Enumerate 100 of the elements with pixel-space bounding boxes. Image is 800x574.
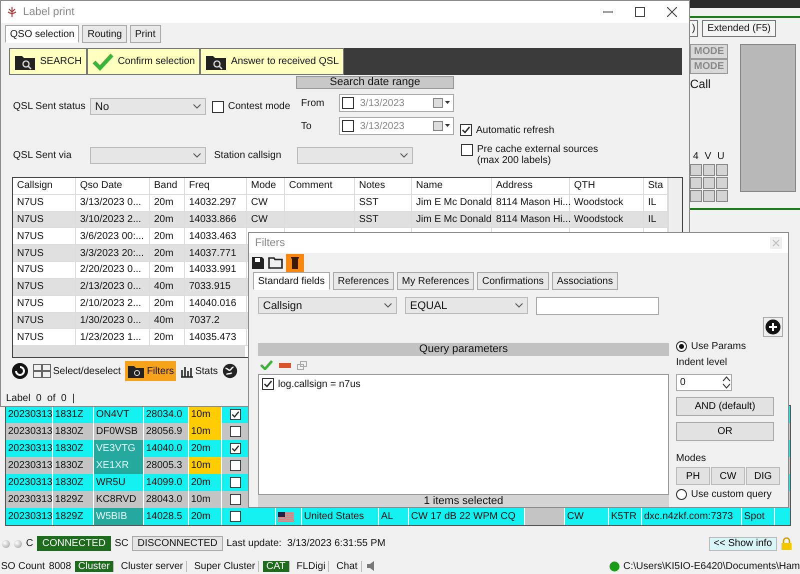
table-cell: N7US: [13, 296, 76, 312]
section-header: Query parameters: [258, 343, 669, 356]
checkbox-label: Automatic refresh: [476, 124, 554, 136]
connection-label: C: [26, 538, 34, 550]
action-button[interactable]: Answer to received QSL: [200, 48, 344, 75]
table-cell: CW: [247, 212, 285, 228]
service-status: CAT: [263, 560, 290, 572]
query-item[interactable]: log.callsign = n7us: [278, 378, 361, 390]
table-cell: Jim E Mc Donald: [412, 212, 492, 228]
table-cell: 7033.915: [185, 278, 247, 295]
tool-button[interactable]: Filters: [124, 361, 176, 381]
window-title: Label print: [23, 6, 74, 18]
table-cell: 20m: [150, 262, 185, 278]
service-status: Cluster server: [118, 560, 188, 572]
table-cell: N7US: [13, 262, 76, 278]
field-label: Indent level: [676, 357, 728, 368]
mode-button[interactable]: DIG: [746, 467, 780, 485]
table-cell: 2/13/2023 0...: [76, 278, 150, 295]
table-cell: 20m: [150, 194, 185, 211]
table-cell: 14033.866: [185, 212, 247, 228]
section-header: Search date range: [296, 76, 454, 89]
tab[interactable]: Print: [130, 25, 161, 43]
show-info-button[interactable]: << Show info: [708, 536, 777, 551]
indent-spinner[interactable]: 0: [676, 374, 732, 391]
tab[interactable]: Standard fields: [253, 272, 330, 290]
tab[interactable]: My References: [396, 272, 474, 290]
date-field[interactable]: 3/13/2023: [339, 94, 454, 112]
band-label: V: [704, 151, 712, 162]
table-cell: Woodstock: [570, 212, 644, 228]
connection-status: DISCONNECTED: [132, 536, 222, 552]
table-cell: 14033.463: [185, 228, 247, 244]
file-path: C:\Users\KI5IO-E6420\Documents\Ham: [623, 560, 800, 572]
table-cell: 20m: [189, 508, 222, 526]
date-field[interactable]: 3/13/2023: [339, 117, 454, 135]
table-cell: N7US: [13, 245, 76, 262]
table-cell: W5BIB: [94, 508, 144, 526]
operator-select[interactable]: EQUAL: [405, 297, 528, 314]
mode-button[interactable]: PH: [676, 467, 710, 485]
table-cell: 20230313: [6, 508, 53, 526]
table-cell: 40m: [150, 278, 185, 295]
status-select[interactable]: No: [90, 98, 206, 115]
tab[interactable]: Associations: [552, 272, 618, 290]
column-header[interactable]: Freq: [185, 178, 247, 194]
action-button[interactable]: Confirm selection: [86, 48, 200, 75]
partial-button[interactable]: ): [690, 20, 698, 37]
column-header[interactable]: QTH: [570, 178, 644, 194]
column-header[interactable]: Band: [150, 178, 185, 194]
table-cell: 7037.2: [185, 312, 247, 328]
table-cell: 1/23/2023 1...: [76, 329, 150, 346]
tool-button[interactable]: Stats: [178, 361, 220, 381]
table-cell: 3/3/2023 20:...: [76, 245, 150, 262]
checkbox-label: Contest mode: [228, 101, 290, 112]
selection-count: 1 items selected: [258, 495, 669, 507]
action-button[interactable]: SEARCH: [9, 48, 87, 75]
table-cell: 8114 Mason Hi...: [492, 194, 570, 211]
column-header[interactable]: Address: [492, 178, 570, 194]
column-header[interactable]: Mode: [247, 178, 285, 194]
tab[interactable]: Confirmations: [477, 272, 549, 290]
tool-button[interactable]: Select/deselect: [31, 361, 123, 381]
tab[interactable]: Routing: [82, 25, 127, 43]
column-header[interactable]: Qso Date: [76, 178, 150, 194]
table-cell: 14035.473: [185, 329, 247, 346]
table-cell: 14040.016: [185, 296, 247, 312]
table-cell: 3/13/2023 0...: [76, 194, 150, 211]
field-label: Station callsign: [214, 150, 282, 160]
radio-label: Use custom query: [691, 489, 772, 500]
count-value: 8008: [48, 560, 72, 572]
label-counter: Label 0 of 0 |: [6, 393, 76, 404]
table-cell: 10m: [189, 406, 222, 424]
table-cell: N7US: [13, 212, 76, 228]
table-cell: 2/10/2023 2...: [76, 296, 150, 312]
logic-button[interactable]: OR: [676, 422, 774, 441]
table-cell: N7US: [13, 228, 76, 244]
column-header[interactable]: Callsign: [13, 178, 76, 194]
field-select[interactable]: Callsign: [258, 297, 397, 314]
column-header[interactable]: Comment: [285, 178, 355, 194]
table-cell: 20m: [150, 228, 185, 244]
last-update: Last update: 3/13/2023 6:31:55 PM: [226, 538, 386, 550]
table-cell: N7US: [13, 278, 76, 295]
table-cell: Jim E Mc Donald: [412, 194, 492, 211]
table-cell: 3/10/2023 2...: [76, 212, 150, 228]
table-cell: XE1XR: [94, 457, 144, 474]
table-cell: 2/20/2023 0...: [76, 262, 150, 278]
table-cell: N7US: [13, 194, 76, 211]
table-cell: SST: [355, 212, 412, 228]
field-label: QSL Sent status: [13, 101, 86, 112]
table-cell: 3/6/2023 00:...: [76, 228, 150, 244]
table-cell: 1/30/2023 0...: [76, 312, 150, 328]
extended-button[interactable]: Extended (F5): [702, 20, 776, 37]
table-cell: 20m: [150, 245, 185, 262]
column-header[interactable]: Notes: [355, 178, 412, 194]
tab[interactable]: References: [332, 272, 394, 290]
table-cell: 14037.771: [185, 245, 247, 262]
logic-button[interactable]: AND (default): [676, 397, 774, 416]
service-status: FLDigi: [294, 560, 330, 572]
column-header[interactable]: Name: [412, 178, 492, 194]
table-cell: 14033.991: [185, 262, 247, 278]
field-label: From: [301, 98, 324, 108]
tab[interactable]: QSO selection: [5, 25, 80, 43]
mode-button[interactable]: CW: [711, 467, 745, 485]
